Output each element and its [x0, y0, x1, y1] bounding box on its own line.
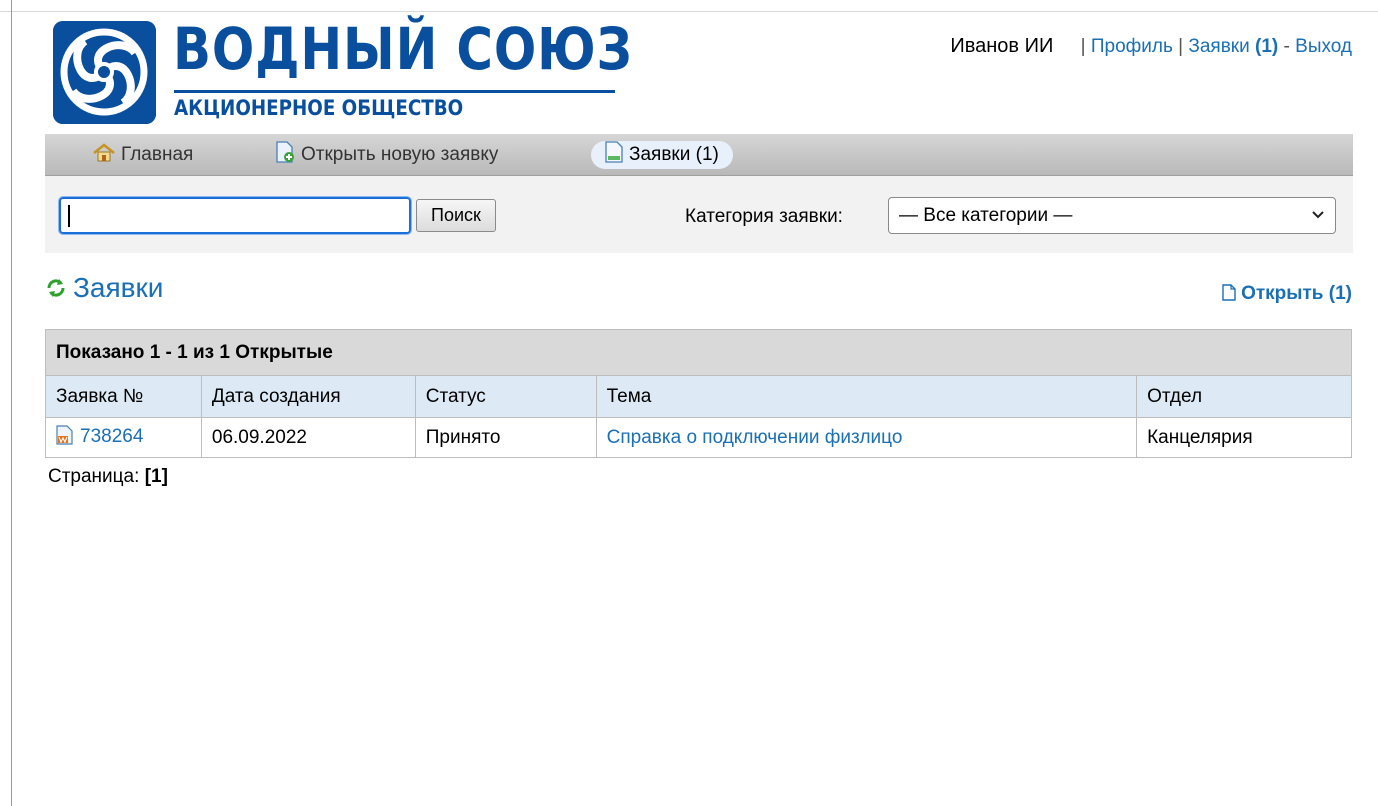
- user-name: Иванов ИИ: [950, 35, 1054, 57]
- search-bar: Поиск Категория заявки: — Все категории …: [45, 176, 1353, 253]
- ticket-date: 06.09.2022: [200, 417, 416, 458]
- window-left-edge: [0, 0, 12, 806]
- table-caption: Показано 1 - 1 из 1 Открытые: [45, 329, 1352, 376]
- document-icon: [605, 141, 623, 172]
- menu-item-home[interactable]: Главная: [93, 141, 193, 169]
- menu-item-label: Главная: [121, 144, 194, 165]
- user-nav: Иванов ИИ | Профиль | Заявки (1) - Выход: [950, 35, 1352, 58]
- main-menu: Главная Открыть новую заявку Заявки (1): [45, 134, 1353, 176]
- home-icon: [93, 143, 115, 172]
- logout-link[interactable]: Выход: [1295, 36, 1352, 57]
- tickets-table: Показано 1 - 1 из 1 Открытые Заявка № Да…: [45, 329, 1352, 458]
- menu-item-tickets[interactable]: Заявки (1): [591, 141, 733, 169]
- ticket-subject-cell: Справка о подключении физлицо: [595, 417, 1138, 458]
- company-logo[interactable]: ВОДНЫЙ СОЮЗ АКЦИОНЕРНОЕ ОБЩЕСТВО: [53, 15, 632, 131]
- nav-separator: |: [1080, 36, 1086, 57]
- ticket-number-cell: 738264: [45, 417, 202, 458]
- ticket-subject-link[interactable]: Справка о подключении физлицо: [607, 427, 903, 448]
- category-select[interactable]: — Все категории —: [888, 197, 1336, 234]
- menu-item-label: Заявки (1): [629, 144, 719, 165]
- pager: Страница: [1]: [48, 466, 168, 488]
- open-tickets-link[interactable]: Открыть (1): [1222, 283, 1352, 307]
- chevron-down-icon: [1311, 198, 1325, 246]
- column-header-number[interactable]: Заявка №: [45, 375, 202, 418]
- logo-subtitle: АКЦИОНЕРНОЕ ОБЩЕСТВО: [174, 96, 464, 120]
- ticket-file-icon: [56, 424, 74, 451]
- tickets-link-label: Заявки: [1188, 36, 1250, 57]
- tickets-link-count: (1): [1255, 36, 1279, 57]
- menu-item-label: Открыть новую заявку: [301, 144, 499, 165]
- page-icon: [1222, 284, 1236, 307]
- logo-underline: [174, 90, 615, 93]
- search-input[interactable]: [58, 196, 412, 235]
- search-button[interactable]: Поиск: [416, 199, 496, 232]
- pager-current-page[interactable]: [1]: [145, 466, 168, 487]
- profile-link[interactable]: Профиль: [1091, 36, 1173, 57]
- ticket-status: Принято: [414, 417, 597, 458]
- logo-swirl-icon: [53, 21, 156, 124]
- table-header-row: Заявка № Дата создания Статус Тема Отдел: [45, 375, 1352, 418]
- nav-dash: -: [1283, 36, 1290, 57]
- table-row: 738264 06.09.2022 Принято Справка о подк…: [45, 417, 1352, 458]
- window-top-edge: [0, 0, 1378, 12]
- refresh-icon[interactable]: [45, 274, 67, 306]
- pager-label: Страница:: [48, 466, 140, 487]
- category-label: Категория заявки:: [685, 206, 843, 227]
- tickets-link[interactable]: Заявки (1): [1188, 36, 1278, 57]
- open-tickets-label: Открыть (1): [1241, 283, 1352, 304]
- ticket-number-link[interactable]: 738264: [80, 426, 143, 447]
- table-caption-row: Показано 1 - 1 из 1 Открытые: [45, 329, 1352, 376]
- page-title: Заявки: [45, 272, 163, 306]
- column-header-subject[interactable]: Тема: [595, 375, 1138, 418]
- text-cursor: [68, 205, 70, 227]
- ticket-department: Канцелярия: [1136, 417, 1352, 458]
- column-header-status[interactable]: Статус: [414, 375, 597, 418]
- new-document-icon: [275, 141, 295, 172]
- category-selected-value: — Все категории —: [899, 205, 1073, 226]
- column-header-date[interactable]: Дата создания: [200, 375, 416, 418]
- menu-item-new-ticket[interactable]: Открыть новую заявку: [275, 141, 498, 169]
- nav-separator: |: [1178, 36, 1184, 57]
- page-title-text: Заявки: [73, 272, 164, 303]
- column-header-department[interactable]: Отдел: [1136, 375, 1352, 418]
- logo-title: ВОДНЫЙ СОЮЗ: [173, 15, 633, 83]
